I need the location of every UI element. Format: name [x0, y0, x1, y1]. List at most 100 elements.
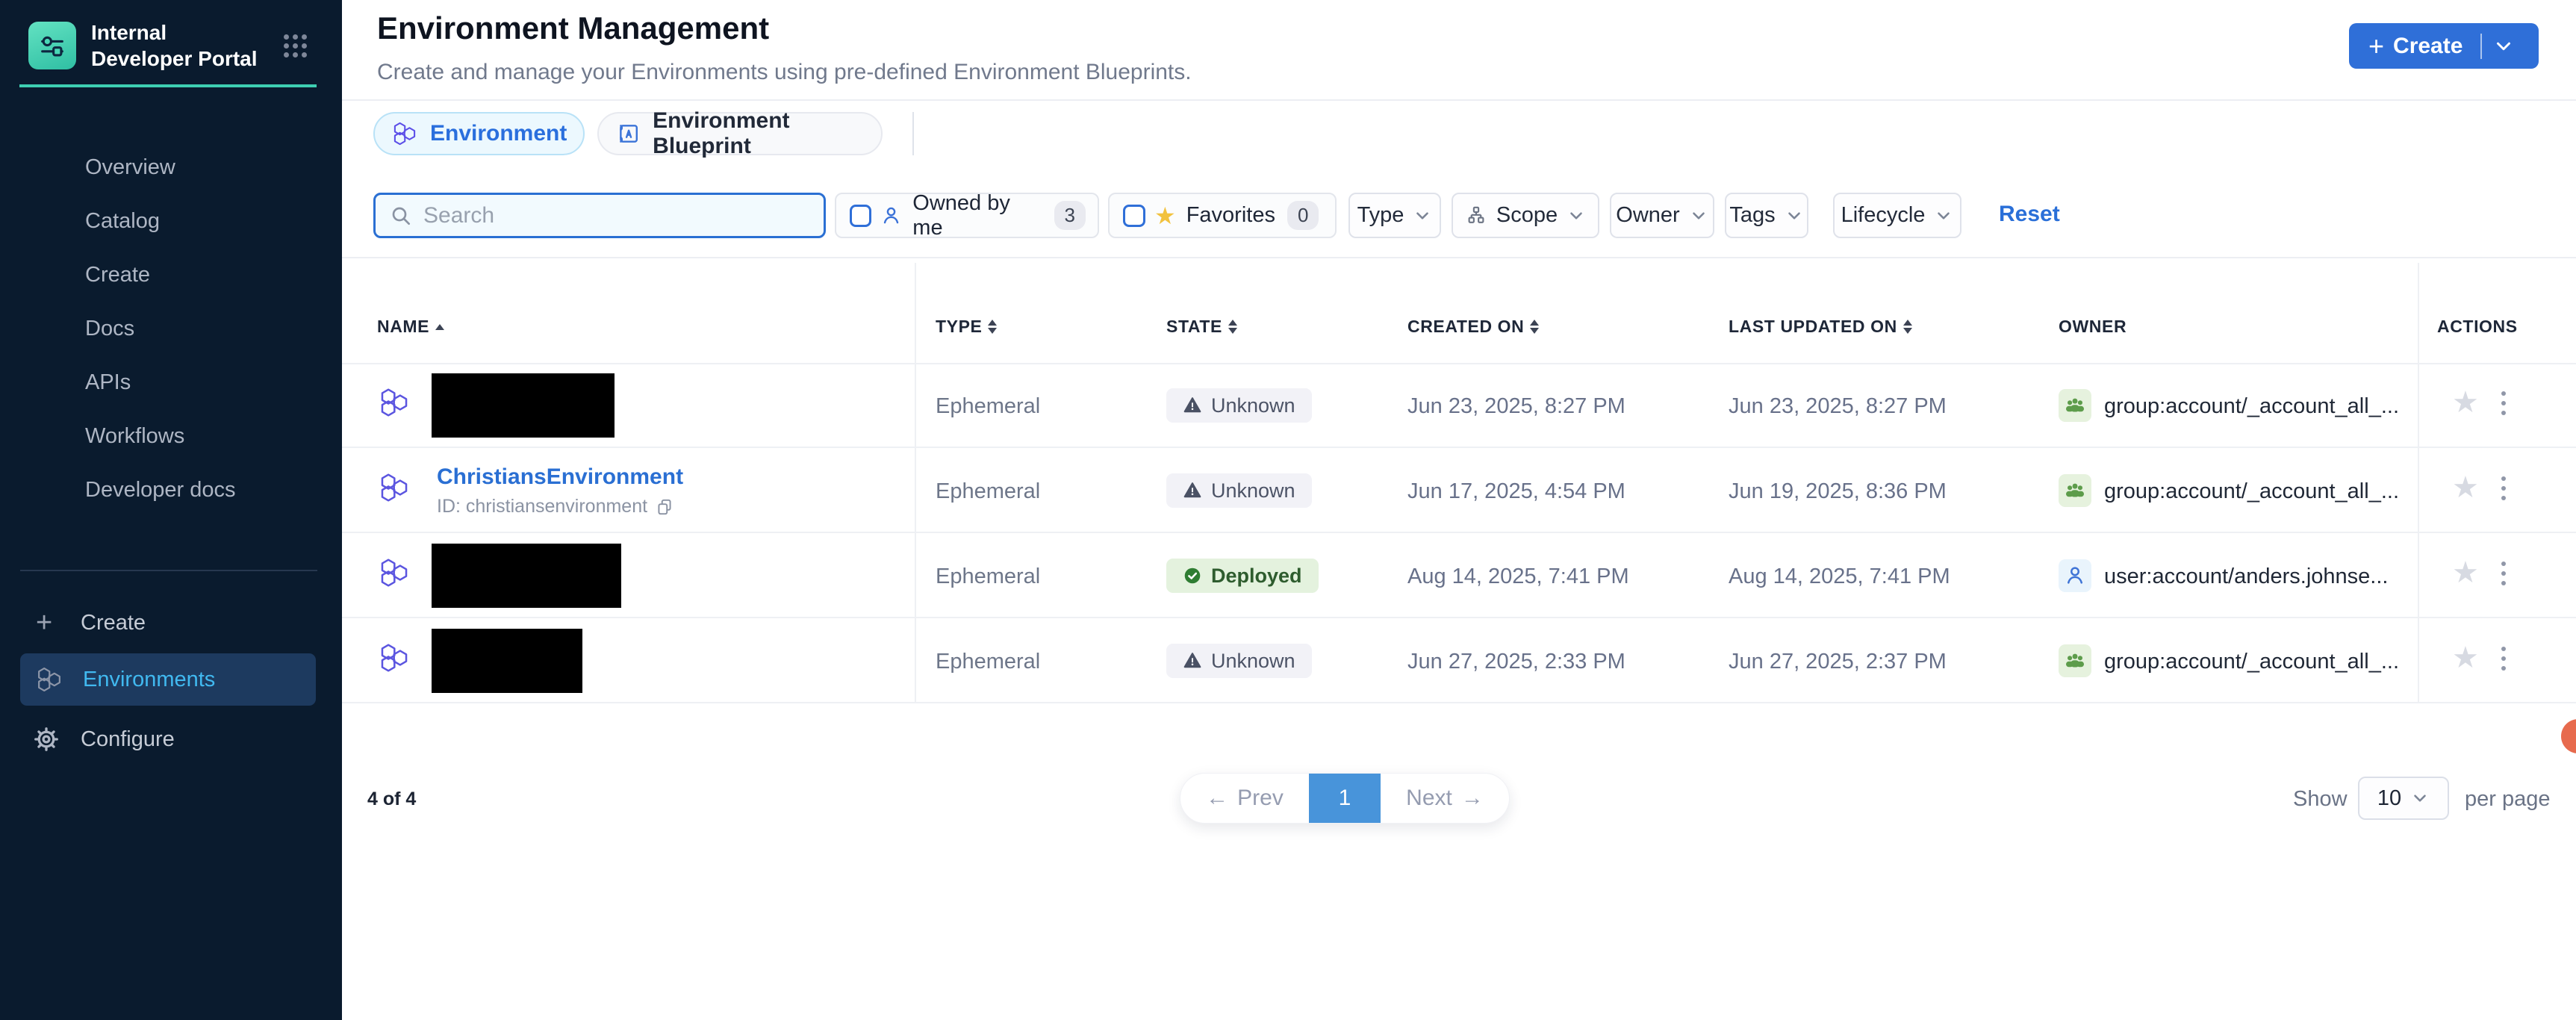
column-label: NAME — [377, 317, 429, 337]
row-menu-icon[interactable] — [2498, 388, 2509, 418]
row-menu-icon[interactable] — [2498, 559, 2509, 588]
tags-dropdown-label: Tags — [1729, 203, 1775, 228]
scope-dropdown-label: Scope — [1496, 203, 1558, 228]
favorite-star-icon[interactable]: ★ — [2452, 388, 2479, 417]
sidebar-item-apis[interactable]: APIs — [0, 355, 342, 409]
sidebar-item-workflows[interactable]: Workflows — [0, 409, 342, 463]
status-badge-unknown: Unknown — [1166, 388, 1312, 423]
redacted-name — [432, 544, 621, 608]
cell-owner: user:account/anders.johnse... — [2104, 565, 2388, 589]
sidebar-configure-label: Configure — [81, 727, 175, 752]
column-header-last-updated-on[interactable]: LAST UPDATED ON — [1729, 317, 1912, 337]
sidebar-accent-divider — [19, 84, 317, 87]
favorite-star-icon[interactable]: ★ — [2452, 473, 2479, 503]
redacted-name — [432, 629, 582, 693]
sidebar-item-create-bottom[interactable]: + Create — [0, 597, 342, 649]
chevron-down-icon — [1934, 206, 1953, 226]
sidebar-item-configure[interactable]: Configure — [0, 713, 342, 765]
table-row[interactable]: Ephemeral Unknown Jun 23, 2025, 8:27 PM … — [342, 363, 2576, 448]
column-header-type[interactable]: TYPE — [936, 317, 997, 337]
chevron-down-icon[interactable] — [2492, 35, 2515, 57]
owned-by-me-checkbox[interactable] — [850, 205, 871, 227]
owner-dropdown-label: Owner — [1616, 203, 1679, 228]
copy-icon[interactable] — [655, 497, 674, 517]
sidebar-item-developer-docs[interactable]: Developer docs — [0, 463, 342, 517]
reset-filters-link[interactable]: Reset — [1999, 202, 2060, 227]
filter-scope-dropdown[interactable]: Scope — [1452, 193, 1599, 238]
filter-owned-by-me[interactable]: Owned by me 3 — [835, 193, 1099, 238]
next-page-button[interactable]: Next → — [1381, 786, 1509, 811]
filter-tags-dropdown[interactable]: Tags — [1725, 193, 1808, 238]
sidebar-item-overview[interactable]: Overview — [0, 140, 342, 194]
table-row[interactable]: Ephemeral Deployed Aug 14, 2025, 7:41 PM… — [342, 533, 2576, 618]
cell-created-on: Aug 14, 2025, 7:41 PM — [1407, 565, 1629, 589]
page-size-select[interactable]: 10 — [2358, 777, 2449, 820]
hexagons-icon — [391, 122, 418, 146]
column-header-actions: ACTIONS — [2437, 317, 2518, 337]
pagination-summary: 4 of 4 — [367, 789, 416, 810]
app-logo[interactable] — [28, 22, 76, 69]
page-number-1[interactable]: 1 — [1309, 773, 1381, 824]
prev-page-button[interactable]: ← Prev — [1180, 786, 1309, 811]
tab-environment[interactable]: Environment — [373, 112, 585, 155]
sidebar-item-docs[interactable]: Docs — [0, 302, 342, 355]
status-label: Unknown — [1211, 394, 1295, 417]
filter-type-dropdown[interactable]: Type — [1348, 193, 1441, 238]
search-input[interactable] — [423, 203, 812, 228]
create-button[interactable]: + Create — [2349, 23, 2539, 69]
create-button-label: Create — [2393, 34, 2463, 59]
sort-asc-icon — [435, 324, 444, 330]
column-label: STATE — [1166, 317, 1222, 337]
plus-icon: + — [36, 607, 81, 639]
filter-favorites[interactable]: ★ Favorites 0 — [1108, 193, 1337, 238]
status-badge-unknown: Unknown — [1166, 473, 1312, 508]
cell-owner: group:account/_account_all_... — [2104, 479, 2399, 504]
per-page-label: per page — [2465, 787, 2551, 812]
favorites-checkbox[interactable] — [1123, 205, 1145, 227]
favorite-star-icon[interactable]: ★ — [2452, 558, 2479, 588]
favorite-star-icon[interactable]: ★ — [2452, 643, 2479, 673]
owned-by-me-label: Owned by me — [912, 191, 1042, 240]
column-header-created-on[interactable]: CREATED ON — [1407, 317, 1539, 337]
environment-management-page: Internal Developer Portal Overview Catal… — [0, 0, 2576, 1020]
cell-last-updated-on: Jun 23, 2025, 8:27 PM — [1729, 394, 1947, 419]
warning-icon — [1183, 481, 1202, 500]
group-icon — [2059, 389, 2091, 422]
cell-type: Ephemeral — [936, 565, 1040, 589]
sidebar-item-create[interactable]: Create — [0, 248, 342, 302]
cell-created-on: Jun 27, 2025, 2:33 PM — [1407, 650, 1625, 674]
filter-owner-dropdown[interactable]: Owner — [1610, 193, 1714, 238]
sidebar-item-catalog[interactable]: Catalog — [0, 194, 342, 248]
environment-name-link[interactable]: ChristiansEnvironment — [437, 464, 683, 490]
status-label: Unknown — [1211, 479, 1295, 503]
row-menu-icon[interactable] — [2498, 644, 2509, 674]
table-row[interactable]: Ephemeral Unknown Jun 27, 2025, 2:33 PM … — [342, 618, 2576, 703]
tab-environment-blueprint[interactable]: Environment Blueprint — [597, 112, 883, 155]
sidebar-item-environments[interactable]: Environments — [20, 653, 316, 706]
status-label: Unknown — [1211, 650, 1295, 673]
favorites-label: Favorites — [1186, 203, 1275, 228]
tabs-divider — [912, 112, 914, 155]
column-header-state[interactable]: STATE — [1166, 317, 1237, 337]
chevron-down-icon — [1413, 206, 1432, 226]
sidebar-divider — [20, 570, 317, 571]
filter-lifecycle-dropdown[interactable]: Lifecycle — [1833, 193, 1961, 238]
app-switcher-icon[interactable] — [284, 34, 307, 57]
row-menu-icon[interactable] — [2498, 473, 2509, 503]
prev-label: Prev — [1237, 786, 1284, 811]
lifecycle-dropdown-label: Lifecycle — [1841, 203, 1926, 228]
group-icon — [2059, 474, 2091, 507]
sidebar-environments-label: Environments — [83, 668, 215, 692]
column-header-name[interactable]: NAME — [377, 317, 444, 337]
tab-environment-label: Environment — [430, 121, 567, 146]
cell-last-updated-on: Aug 14, 2025, 7:41 PM — [1729, 565, 1950, 589]
column-header-owner: OWNER — [2059, 317, 2127, 337]
cell-created-on: Jun 17, 2025, 4:54 PM — [1407, 479, 1625, 504]
main-content: Environment Management Create and manage… — [342, 0, 2576, 1020]
sidebar: Internal Developer Portal Overview Catal… — [0, 0, 342, 1020]
table-row[interactable]: ChristiansEnvironment ID: christiansenvi… — [342, 448, 2576, 533]
warning-icon — [1183, 651, 1202, 671]
status-badge-deployed: Deployed — [1166, 559, 1319, 593]
app-title: Internal Developer Portal — [91, 19, 269, 72]
cell-type: Ephemeral — [936, 650, 1040, 674]
